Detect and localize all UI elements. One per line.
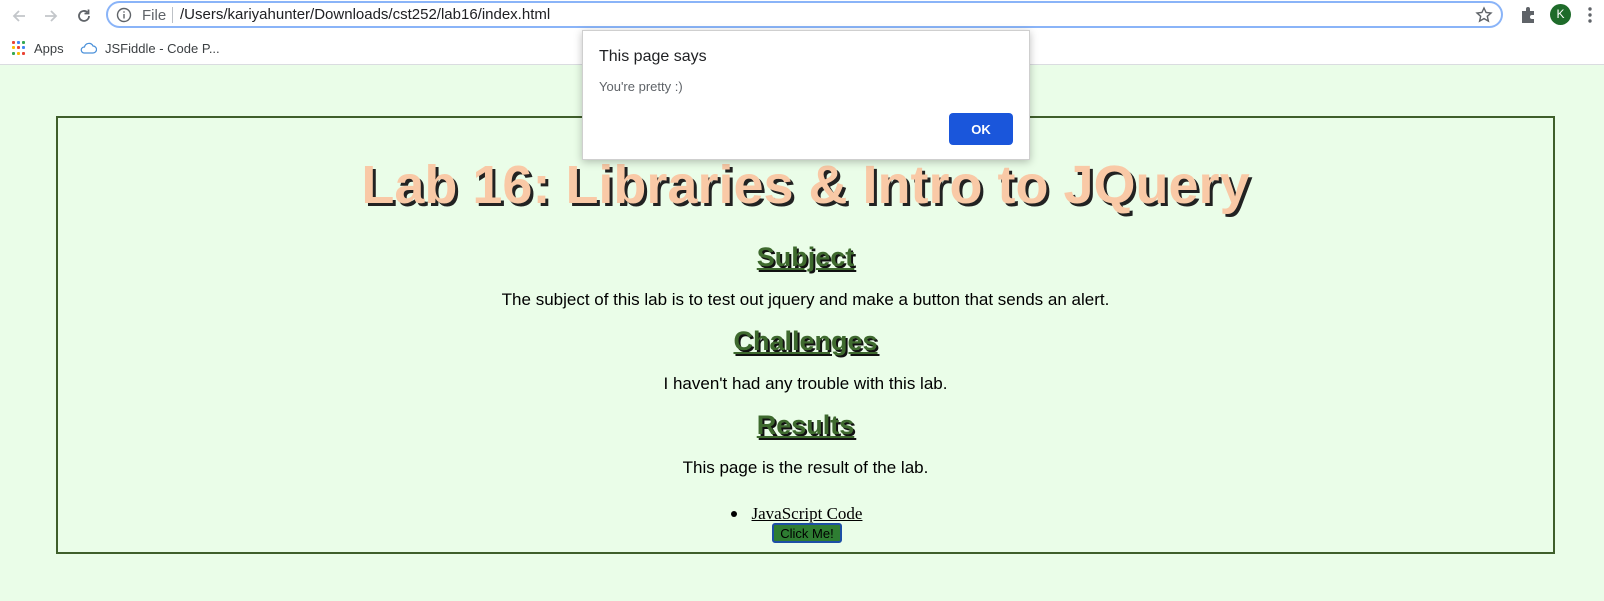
results-text: This page is the result of the lab.	[682, 458, 929, 477]
browser-toolbar: File /Users/kariyahunter/Downloads/cst25…	[0, 0, 1604, 31]
arrow-left-icon	[12, 10, 25, 22]
list-item: JavaScript Code	[58, 504, 1553, 524]
bookmark-jsfiddle[interactable]: JSFiddle - Code P...	[80, 39, 220, 57]
reload-button[interactable]	[73, 5, 95, 27]
click-me-button[interactable]: Click Me!	[772, 523, 842, 543]
bookmark-label: JSFiddle - Code P...	[105, 40, 220, 56]
forward-button[interactable]	[40, 5, 62, 27]
dialog-title: This page says	[599, 48, 707, 65]
profile-avatar[interactable]: K	[1550, 4, 1571, 25]
subject-heading: Subject	[756, 242, 855, 272]
challenges-text: I haven't had any trouble with this lab.	[663, 374, 948, 393]
results-heading: Results	[756, 410, 855, 440]
address-bar[interactable]: File /Users/kariyahunter/Downloads/cst25…	[106, 1, 1503, 28]
javascript-code-link[interactable]: JavaScript Code	[752, 504, 863, 524]
ok-button[interactable]: OK	[949, 113, 1013, 145]
info-icon[interactable]	[116, 7, 132, 23]
alert-dialog: This page says You're pretty :) OK	[582, 30, 1030, 160]
reload-icon	[78, 9, 90, 22]
content-box: Lab 16: Libraries & Intro to JQuery Subj…	[56, 116, 1555, 554]
extensions-puzzle-icon[interactable]	[1518, 5, 1538, 25]
back-button[interactable]	[8, 5, 30, 27]
dialog-message: You're pretty :)	[599, 79, 683, 94]
apps-grid-icon	[12, 41, 26, 55]
bookmark-label: Apps	[34, 40, 64, 56]
arrow-right-icon	[45, 10, 58, 22]
bookmark-apps[interactable]: Apps	[12, 39, 64, 57]
subject-text: The subject of this lab is to test out j…	[501, 290, 1110, 309]
kebab-menu-icon[interactable]	[1582, 5, 1598, 25]
page-title: Lab 16: Libraries & Intro to JQuery	[361, 155, 1250, 215]
challenges-heading: Challenges	[733, 326, 878, 356]
url-text[interactable]: /Users/kariyahunter/Downloads/cst252/lab…	[180, 6, 550, 23]
omnibox-divider	[172, 7, 173, 23]
scheme-label: File	[142, 7, 167, 24]
jsfiddle-cloud-icon	[80, 42, 97, 54]
bookmark-star-icon[interactable]	[1475, 6, 1493, 24]
bullet-icon	[730, 511, 737, 517]
